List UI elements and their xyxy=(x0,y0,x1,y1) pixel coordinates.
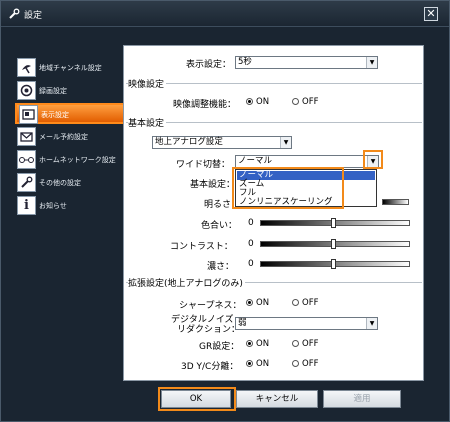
ycsep-on-radio[interactable]: ON xyxy=(246,359,269,369)
video-adjust-off-radio[interactable]: OFF xyxy=(292,97,318,107)
brightness-slider[interactable] xyxy=(382,199,409,205)
depth-value: 0 xyxy=(248,259,254,269)
display-setting-value: 5秒 xyxy=(238,57,252,67)
slider-thumb[interactable] xyxy=(331,218,336,228)
record-icon xyxy=(17,81,36,100)
sidebar-item-network[interactable]: ホームネットワーク設定 xyxy=(17,150,125,169)
title-bar: 設定 ✕ xyxy=(1,1,449,27)
sidebar-item-recording[interactable]: 録画設定 xyxy=(17,81,125,100)
basic-section-title: 基本設定 xyxy=(128,116,167,129)
radio-label: ON xyxy=(256,298,270,308)
radio-dot xyxy=(246,340,253,347)
source-select[interactable]: 地上アナログ設定 ▼ xyxy=(152,136,292,149)
sidebar-item-label: メール予約設定 xyxy=(39,133,88,141)
chevron-down-icon: ▼ xyxy=(366,57,377,68)
settings-panel: 表示設定： 5秒 ▼ 映像設定 映像調整機能： ON OFF 基本設定 地上アナ… xyxy=(123,45,424,381)
dnr-value: 弱 xyxy=(238,318,247,328)
radio-label: OFF xyxy=(302,339,319,349)
wide-value: ノーマル xyxy=(238,156,273,166)
contrast-slider[interactable] xyxy=(260,239,410,249)
ok-button[interactable]: OK xyxy=(161,390,231,408)
video-adjust-label: 映像調整機能： xyxy=(173,100,237,110)
sidebar-item-other[interactable]: その他の設定 xyxy=(17,173,125,192)
contrast-label: コントラスト： xyxy=(170,242,233,252)
display-setting-label: 表示設定： xyxy=(186,60,232,70)
wide-select[interactable]: ノーマル ▼ xyxy=(235,155,379,168)
sharpness-off-radio[interactable]: OFF xyxy=(292,298,318,308)
radio-dot xyxy=(292,299,299,306)
slider-thumb[interactable] xyxy=(331,239,336,249)
button-bar: OK キャンセル 適用 xyxy=(125,390,423,408)
sidebar-item-label: お知らせ xyxy=(39,202,67,210)
gr-off-radio[interactable]: OFF xyxy=(292,339,318,349)
radio-label: ON xyxy=(256,97,270,107)
radio-label: ON xyxy=(256,359,270,369)
satellite-dish-icon xyxy=(17,58,36,77)
sidebar-item-label: その他の設定 xyxy=(39,179,81,187)
chevron-down-icon: ▼ xyxy=(280,137,291,148)
divider xyxy=(126,122,422,123)
dropdown-option-nonlinear[interactable]: ノンリニアスケーリング xyxy=(237,198,375,207)
radio-dot xyxy=(246,98,253,105)
wrench-icon xyxy=(9,8,20,19)
mail-icon xyxy=(17,127,36,146)
sidebar-item-label: 録画設定 xyxy=(39,87,67,95)
sidebar-item-channel[interactable]: 地域チャンネル設定 xyxy=(17,58,125,77)
color-label: 色合い： xyxy=(201,221,238,231)
dnr-select[interactable]: 弱 ▼ xyxy=(235,317,378,330)
apply-button[interactable]: 適用 xyxy=(323,390,401,408)
sidebar-item-display[interactable]: 表示設定 xyxy=(15,103,125,124)
radio-dot xyxy=(292,98,299,105)
radio-label: OFF xyxy=(302,298,319,308)
sharpness-on-radio[interactable]: ON xyxy=(246,298,269,308)
ycsep-label: 3D Y/C分離： xyxy=(181,362,239,372)
radio-dot xyxy=(292,360,299,367)
close-button[interactable]: ✕ xyxy=(424,7,438,21)
settings-window: 設定 ✕ 地域チャンネル設定 録画設定 表示設定 メール予約設定 ホームネットワ… xyxy=(0,0,450,422)
radio-dot xyxy=(246,299,253,306)
video-adjust-on-radio[interactable]: ON xyxy=(246,97,269,107)
chevron-down-icon: ▼ xyxy=(366,318,377,329)
slider-thumb[interactable] xyxy=(331,259,336,269)
display-setting-select[interactable]: 5秒 ▼ xyxy=(235,56,378,69)
wide-label: ワイド切替： xyxy=(176,160,231,170)
radio-label: OFF xyxy=(302,359,319,369)
dnr-label-line2: リダクション： xyxy=(177,325,241,335)
radio-dot xyxy=(292,340,299,347)
depth-slider[interactable] xyxy=(260,259,410,269)
window-title: 設定 xyxy=(24,11,43,21)
gr-on-radio[interactable]: ON xyxy=(246,339,269,349)
dropdown-option-zoom[interactable]: ズーム xyxy=(237,180,375,189)
chevron-down-icon[interactable]: ▼ xyxy=(367,156,378,167)
sidebar-item-label: ホームネットワーク設定 xyxy=(39,156,116,164)
sidebar-item-label: 表示設定 xyxy=(41,111,69,119)
video-section-title: 映像設定 xyxy=(128,77,167,90)
color-value: 0 xyxy=(248,218,254,228)
sharpness-label: シャープネス： xyxy=(179,301,242,311)
sidebar-item-label: 地域チャンネル設定 xyxy=(39,64,102,72)
info-icon: i xyxy=(17,196,36,215)
gr-label: GR設定： xyxy=(199,342,240,352)
radio-dot xyxy=(246,360,253,367)
extended-section-title: 拡張設定(地上アナログのみ) xyxy=(128,276,245,289)
network-icon xyxy=(17,150,36,169)
basic-setting-label: 基本設定： xyxy=(190,180,236,190)
wide-dropdown-list: ノーマル ズーム フル ノンリニアスケーリング xyxy=(235,169,377,207)
ycsep-off-radio[interactable]: OFF xyxy=(292,359,318,369)
color-slider[interactable] xyxy=(260,218,410,228)
divider xyxy=(126,83,422,84)
radio-label: ON xyxy=(256,339,270,349)
cancel-button[interactable]: キャンセル xyxy=(236,390,318,408)
sidebar-item-mail[interactable]: メール予約設定 xyxy=(17,127,125,146)
source-value: 地上アナログ設定 xyxy=(155,137,223,147)
wrench-icon xyxy=(17,173,36,192)
depth-label: 濃さ： xyxy=(207,262,235,272)
contrast-value: 0 xyxy=(248,239,254,249)
sidebar-item-info[interactable]: i お知らせ xyxy=(17,196,125,215)
display-icon xyxy=(19,105,38,124)
radio-label: OFF xyxy=(302,97,319,107)
